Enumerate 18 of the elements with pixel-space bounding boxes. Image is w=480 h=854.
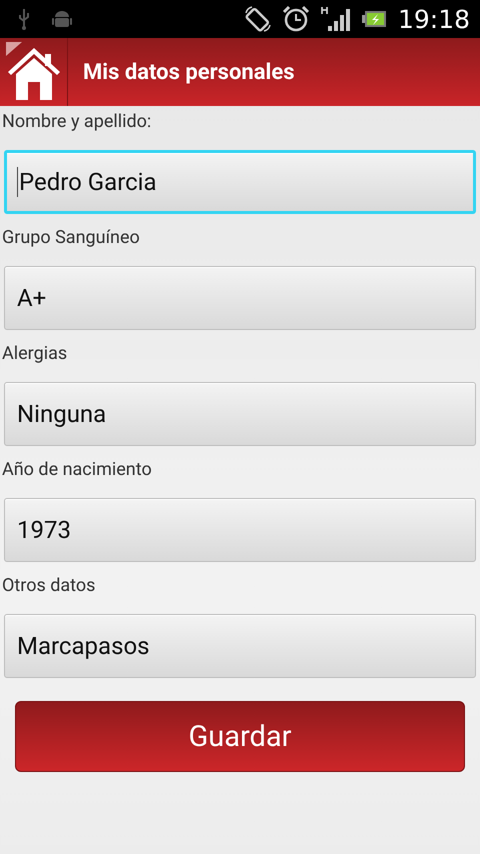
field-label: Nombre y apellido: [1,110,152,134]
field-label: Otros datos [1,574,96,598]
rotate-icon [244,5,272,33]
screen-title: Mis datos personales [83,60,294,84]
input-field[interactable]: Pedro Garcia [4,150,476,214]
input-field[interactable]: A+ [4,266,476,330]
field-label: Año de nacimiento [1,458,153,482]
usb-icon [18,8,30,30]
save-button[interactable]: Guardar [15,701,465,772]
battery-icon [362,11,386,27]
clock-time: 19:18 [398,4,470,34]
signal-icon [320,5,350,33]
input-field[interactable]: Marcapasos [4,614,476,678]
alarm-clock-icon [282,5,310,33]
field-label: Grupo Sanguíneo [1,226,141,250]
input-field[interactable]: 1973 [4,498,476,562]
field-label: Alergias [1,342,68,366]
input-field[interactable]: Ninguna [4,382,476,446]
